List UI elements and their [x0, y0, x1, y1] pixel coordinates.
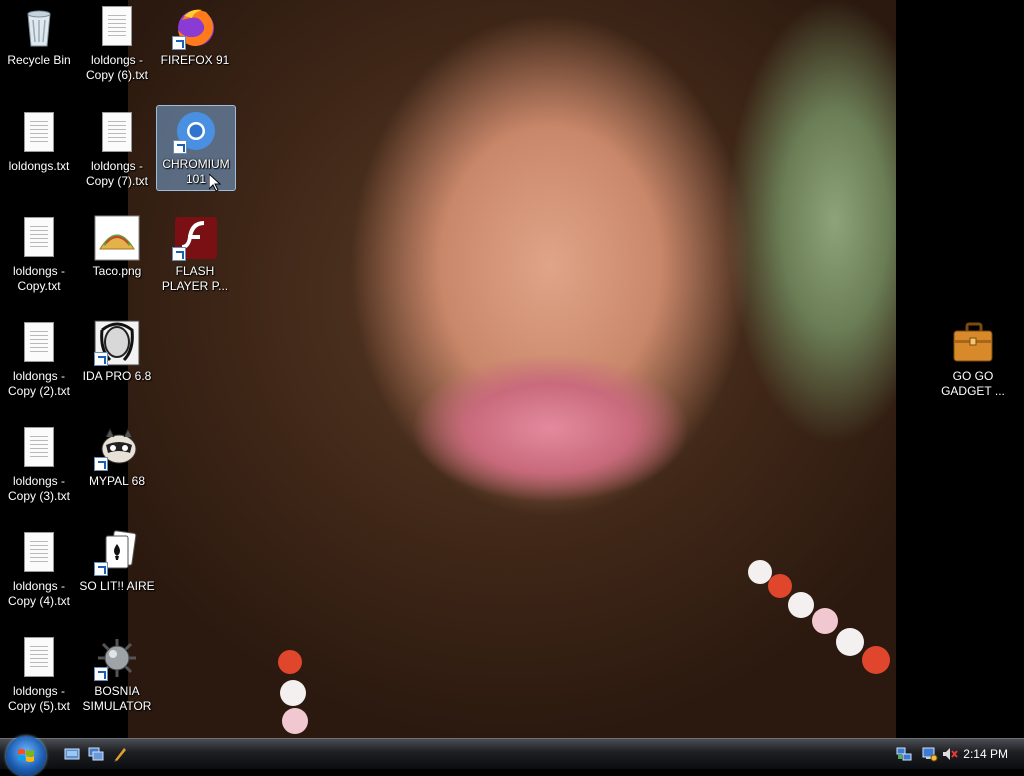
icon-label: loldongs - Copy (6).txt — [85, 53, 148, 82]
bead — [788, 592, 814, 618]
shortcut-arrow-icon — [173, 140, 187, 154]
desktop-icon-recycle-bin[interactable]: Recycle Bin — [0, 2, 78, 68]
desktop-icon-loldongs-copy-5[interactable]: loldongs - Copy (5).txt — [0, 633, 78, 714]
briefcase-icon — [950, 320, 996, 366]
spiked-mine-icon — [94, 635, 140, 681]
bead — [836, 628, 864, 656]
icon-label: GO GO GADGET ... — [941, 369, 1005, 398]
shortcut-arrow-icon — [172, 36, 186, 50]
desktop-icon-loldongs-copy-7[interactable]: loldongs - Copy (7).txt — [78, 108, 156, 189]
icon-label: SO LIT!! AIRE — [79, 579, 155, 593]
icon-label: FLASH PLAYER P... — [161, 264, 229, 293]
desktop-icon-ida-pro[interactable]: IDA PRO 6.8 — [78, 318, 156, 384]
firefox-icon — [172, 4, 218, 50]
bead — [278, 650, 302, 674]
text-file-icon — [94, 110, 140, 156]
desktop-icon-loldongs-copy-2[interactable]: loldongs - Copy (2).txt — [0, 318, 78, 399]
windows-flag-icon — [18, 749, 34, 762]
mypal-raccoon-icon — [94, 425, 140, 471]
system-tray: 2:14 PM — [884, 739, 1024, 769]
monitor-icon[interactable] — [922, 746, 938, 762]
shortcut-arrow-icon — [94, 457, 108, 471]
icon-label: BOSNIA SIMULATOR — [82, 684, 152, 713]
bead — [280, 680, 306, 706]
desktop-icon-loldongs-copy-4[interactable]: loldongs - Copy (4).txt — [0, 528, 78, 609]
text-file-icon — [16, 530, 62, 576]
taskbar-program-icon[interactable] — [112, 746, 128, 762]
desktop-icon-loldongs-copy[interactable]: loldongs - Copy.txt — [0, 213, 78, 294]
icon-label: loldongs - Copy.txt — [12, 264, 66, 293]
icon-label: loldongs - Copy (2).txt — [7, 369, 70, 398]
switch-windows-icon[interactable] — [88, 746, 104, 762]
flash-player-icon — [172, 215, 218, 261]
desktop-icon-flash-player[interactable]: FLASH PLAYER P... — [156, 213, 234, 294]
icon-label: Taco.png — [92, 264, 142, 278]
mouse-cursor-icon — [208, 172, 222, 192]
text-file-icon — [16, 425, 62, 471]
text-file-icon — [16, 215, 62, 261]
icon-label: CHROMIUM 101 — [162, 157, 230, 186]
icon-label: FIREFOX 91 — [160, 53, 230, 67]
shortcut-arrow-icon — [172, 247, 186, 261]
icon-label: loldongs - Copy (4).txt — [7, 579, 70, 608]
icon-label: loldongs - Copy (7).txt — [85, 159, 148, 188]
bead — [768, 574, 792, 598]
desktop-icon-loldongs[interactable]: loldongs.txt — [0, 108, 78, 174]
shortcut-arrow-icon — [94, 562, 108, 576]
volume-muted-icon[interactable] — [942, 746, 958, 762]
recycle-bin-icon — [16, 4, 62, 50]
chromium-icon — [173, 108, 219, 154]
desktop-icon-solitaire[interactable]: SO LIT!! AIRE — [78, 528, 156, 594]
solitaire-cards-icon — [94, 530, 140, 576]
desktop-icon-taco[interactable]: Taco.png — [78, 213, 156, 279]
bead — [812, 608, 838, 634]
bead — [862, 646, 890, 674]
network-icon[interactable] — [896, 746, 912, 762]
start-button[interactable] — [6, 736, 46, 776]
bead — [282, 708, 308, 734]
text-file-icon — [16, 110, 62, 156]
ida-pro-icon — [94, 320, 140, 366]
desktop-icon-mypal[interactable]: MYPAL 68 — [78, 423, 156, 489]
desktop-icon-firefox[interactable]: FIREFOX 91 — [156, 2, 234, 68]
icon-label: Recycle Bin — [7, 53, 71, 67]
desktop-icon-go-go-gadget[interactable]: GO GO GADGET ... — [934, 318, 1012, 399]
taco-image-icon — [94, 215, 140, 261]
taskbar: 2:14 PM — [0, 736, 1024, 776]
desktop-icon-bosnia-simulator[interactable]: BOSNIA SIMULATOR — [78, 633, 156, 714]
desktop-icon-loldongs-copy-3[interactable]: loldongs - Copy (3).txt — [0, 423, 78, 504]
icon-label: loldongs - Copy (5).txt — [7, 684, 70, 713]
desktop-icon-loldongs-copy-6[interactable]: loldongs - Copy (6).txt — [78, 2, 156, 83]
taskbar-clock[interactable]: 2:14 PM — [963, 747, 1008, 761]
shortcut-arrow-icon — [94, 667, 108, 681]
icon-label: MYPAL 68 — [88, 474, 146, 488]
show-desktop-icon[interactable] — [64, 746, 80, 762]
text-file-icon — [16, 635, 62, 681]
desktop-icon-chromium[interactable]: CHROMIUM 101 — [156, 105, 236, 191]
icon-label: IDA PRO 6.8 — [82, 369, 152, 383]
text-file-icon — [16, 320, 62, 366]
shortcut-arrow-icon — [94, 352, 108, 366]
icon-label: loldongs.txt — [8, 159, 70, 173]
text-file-icon — [94, 4, 140, 50]
icon-label: loldongs - Copy (3).txt — [7, 474, 70, 503]
desktop-wallpaper — [128, 0, 896, 738]
